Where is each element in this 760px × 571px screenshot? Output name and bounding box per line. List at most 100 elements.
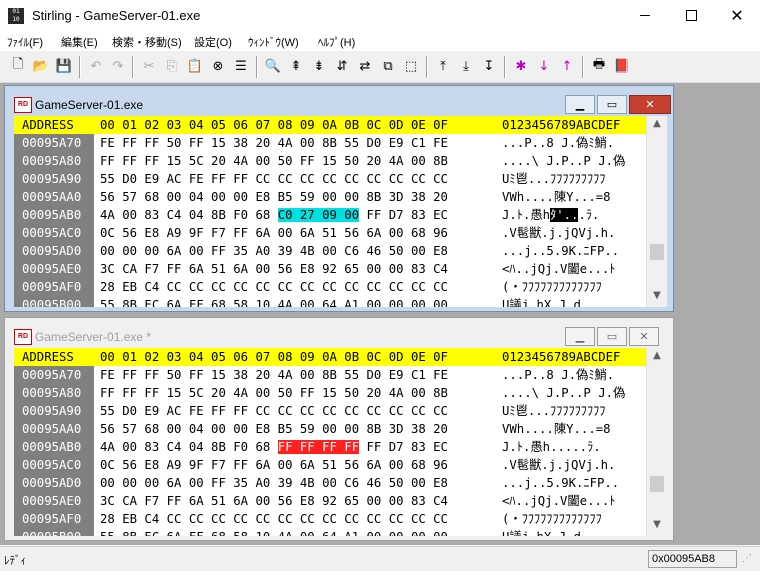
row-ascii[interactable]: ...j..5.9K.ﾆFP.. xyxy=(502,242,619,260)
selected-bytes[interactable]: C0 27 09 00 xyxy=(277,208,360,222)
scroll-up-icon[interactable]: ▲ xyxy=(647,118,667,134)
cut-icon[interactable]: ✂ xyxy=(139,56,159,76)
row-ascii[interactable]: J.ﾄ.愚h.....ﾗ. xyxy=(502,438,601,456)
row-hex[interactable]: FF FF FF 15 5C 20 4A 00 50 FF 15 50 20 4… xyxy=(100,384,448,402)
maximize-button[interactable] xyxy=(668,0,714,31)
row-ascii[interactable]: ....\ J.P..P J.偽 xyxy=(502,152,625,170)
redo-icon[interactable]: ↷ xyxy=(108,56,128,76)
row-ascii[interactable]: ...P..8 J.偽ﾐ鮹. xyxy=(502,134,614,152)
find-next-icon[interactable]: ⇟ xyxy=(309,56,329,76)
resize-grip-icon[interactable]: ⋰ xyxy=(742,553,756,567)
table-row[interactable]: 00095A70 FE FF FF 50 FF 15 38 20 4A 00 8B… xyxy=(14,366,646,384)
editor-window-original[interactable]: RD GameServer-01.exe ▁ ▭ ✕ ADDRESS 00 01… xyxy=(4,85,674,312)
row-ascii[interactable]: ....\ J.P..P J.偽 xyxy=(502,384,625,402)
row-ascii[interactable]: (・ﾌﾌﾌﾌﾌﾌﾌﾌﾌﾌﾌﾌﾌ xyxy=(502,278,602,296)
stirling-app-icon[interactable]: 01 10 xyxy=(8,8,24,24)
goto-address-icon[interactable]: ⤓ xyxy=(456,56,476,76)
replace-icon[interactable]: ⇄ xyxy=(355,56,375,76)
menu-search-move[interactable]: 検索・移動(S) xyxy=(112,34,182,50)
goto-start-icon[interactable]: ⬚ xyxy=(401,56,421,76)
table-row[interactable]: 00095AD0 00 00 00 6A 00 FF 35 A0 39 4B 00… xyxy=(14,242,646,260)
table-row[interactable]: 00095AA0 56 57 68 00 04 00 00 E8 B5 59 00… xyxy=(14,188,646,206)
delete-icon[interactable]: ⊗ xyxy=(208,56,228,76)
row-hex[interactable]: 4A 00 83 C4 04 8B F0 68 FF FF FF FF FF D… xyxy=(100,438,448,456)
paste-icon[interactable]: 📋 xyxy=(185,56,205,76)
table-row[interactable]: 00095A90 55 D0 E9 AC FE FF FF CC CC CC CC… xyxy=(14,402,646,420)
row-hex[interactable]: 55 8B EC 6A FF 68 58 10 4A 00 64 A1 00 0… xyxy=(100,296,448,307)
table-row[interactable]: 00095A80 FF FF FF 15 5C 20 4A 00 50 FF 15… xyxy=(14,384,646,402)
row-ascii[interactable]: (・ﾌﾌﾌﾌﾌﾌﾌﾌﾌﾌﾌﾌﾌ xyxy=(502,510,602,528)
goto-end-icon[interactable]: ⤒ xyxy=(433,56,453,76)
row-hex[interactable]: 55 8B EC 6A FF 68 58 10 4A 00 64 A1 00 0… xyxy=(100,528,448,536)
row-hex[interactable]: 0C 56 E8 A9 9F F7 FF 6A 00 6A 51 56 6A 0… xyxy=(100,224,448,242)
editor-window-modified[interactable]: RD GameServer-01.exe * ▁ ▭ ✕ ADDRESS 00 … xyxy=(4,317,674,541)
row-ascii[interactable]: Uﾐ鬯...ﾌﾌﾌﾌﾌﾌﾌﾌﾌ xyxy=(502,170,605,188)
copy-icon[interactable]: ⎘ xyxy=(162,56,182,76)
child-minimize-button[interactable]: ▁ xyxy=(565,95,595,114)
help-book-icon[interactable]: 📕 xyxy=(612,56,632,76)
row-hex[interactable]: 28 EB C4 CC CC CC CC CC CC CC CC CC CC C… xyxy=(100,278,448,296)
row-ascii[interactable]: ...j..5.9K.ﾆFP.. xyxy=(502,474,619,492)
ascii-modified[interactable]: ..... xyxy=(550,440,587,454)
table-row[interactable]: 00095AE0 3C CA F7 FF 6A 51 6A 00 56 E8 92… xyxy=(14,260,646,278)
title-bar[interactable]: 01 10 Stirling - GameServer-01.exe ✕ xyxy=(0,0,760,31)
table-row[interactable]: 00095AF0 28 EB C4 CC CC CC CC CC CC CC CC… xyxy=(14,510,646,528)
table-row[interactable]: 00095A90 55 D0 E9 AC FE FF FF CC CC CC CC… xyxy=(14,170,646,188)
row-ascii[interactable]: VWh....陳Y...=8 xyxy=(502,420,618,438)
row-hex[interactable]: 55 D0 E9 AC FE FF FF CC CC CC CC CC CC C… xyxy=(100,402,448,420)
scroll-down-icon[interactable]: ▼ xyxy=(647,290,667,306)
fill-icon[interactable]: ☰ xyxy=(231,56,251,76)
row-ascii[interactable]: .V髢獣.j.jQVj.h. xyxy=(502,224,615,242)
table-row[interactable]: 00095A70 FE FF FF 50 FF 15 38 20 4A 00 8B… xyxy=(14,134,646,152)
row-hex[interactable]: FE FF FF 50 FF 15 38 20 4A 00 8B 55 D0 E… xyxy=(100,134,448,152)
table-row[interactable]: 00095B00 55 8B EC 6A FF 68 58 10 4A 00 64… xyxy=(14,296,646,307)
child-close-button[interactable]: ✕ xyxy=(629,327,659,346)
child-restore-button[interactable]: ▭ xyxy=(597,327,627,346)
row-hex[interactable]: 3C CA F7 FF 6A 51 6A 00 56 E8 92 65 00 0… xyxy=(100,492,448,510)
menu-file[interactable]: ﾌｧｲﾙ(F) xyxy=(7,34,43,50)
vertical-scrollbar[interactable]: ▲ ▼ xyxy=(646,116,667,307)
row-ascii[interactable]: <ﾊ..jQj.V闔e...ﾄ xyxy=(502,260,615,278)
table-row[interactable]: 00095AE0 3C CA F7 FF 6A 51 6A 00 56 E8 92… xyxy=(14,492,646,510)
print-icon[interactable]: 🖶 xyxy=(589,56,609,76)
row-hex[interactable]: 00 00 00 6A 00 FF 35 A0 39 4B 00 C6 46 5… xyxy=(100,474,448,492)
table-row[interactable]: 00095AF0 28 EB C4 CC CC CC CC CC CC CC CC… xyxy=(14,278,646,296)
row-hex[interactable]: 28 EB C4 CC CC CC CC CC CC CC CC CC CC C… xyxy=(100,510,448,528)
hex-editor-view[interactable]: ADDRESS 00 01 02 03 04 05 06 07 08 09 0A… xyxy=(14,116,646,307)
row-hex[interactable]: FE FF FF 50 FF 15 38 20 4A 00 8B 55 D0 E… xyxy=(100,366,448,384)
row-hex[interactable]: 56 57 68 00 04 00 00 E8 B5 59 00 00 8B 3… xyxy=(100,420,448,438)
row-hex[interactable]: FF FF FF 15 5C 20 4A 00 50 FF 15 50 20 4… xyxy=(100,152,448,170)
scroll-down-icon[interactable]: ▼ xyxy=(647,519,667,535)
menu-window[interactable]: ｳｨﾝﾄﾞｳ(W) xyxy=(248,34,299,50)
table-row-selected[interactable]: 00095AB0 4A 00 83 C4 04 8B F0 68 C0 27 09… xyxy=(14,206,646,224)
undo-icon[interactable]: ↶ xyxy=(86,56,106,76)
row-ascii[interactable]: Uﾐ鬯...ﾌﾌﾌﾌﾌﾌﾌﾌﾌ xyxy=(502,402,605,420)
find-icon[interactable]: 🔍 xyxy=(263,56,283,76)
row-ascii[interactable]: VWh....陳Y...=8 xyxy=(502,188,618,206)
mark-icon[interactable]: ✱ xyxy=(511,56,531,76)
row-ascii[interactable]: <ﾊ..jQj.V闔e...ﾄ xyxy=(502,492,615,510)
child-restore-button[interactable]: ▭ xyxy=(597,95,627,114)
row-ascii[interactable]: U議j.hX.J.d..... xyxy=(502,528,618,536)
modified-bytes[interactable]: FF FF FF FF xyxy=(277,440,360,454)
scroll-thumb[interactable] xyxy=(650,476,664,492)
row-hex[interactable]: 00 00 00 6A 00 FF 35 A0 39 4B 00 C6 46 5… xyxy=(100,242,448,260)
table-row[interactable]: 00095AC0 0C 56 E8 A9 9F F7 FF 6A 00 6A 51… xyxy=(14,456,646,474)
table-row-modified[interactable]: 00095AB0 4A 00 83 C4 04 8B F0 68 FF FF FF… xyxy=(14,438,646,456)
close-button[interactable]: ✕ xyxy=(714,0,760,31)
table-row[interactable]: 00095A80 FF FF FF 15 5C 20 4A 00 50 FF 15… xyxy=(14,152,646,170)
scroll-thumb[interactable] xyxy=(650,244,664,260)
child-title-bar[interactable]: RD GameServer-01.exe ▁ ▭ ✕ xyxy=(5,86,673,116)
find-up-icon[interactable]: ⇞ xyxy=(286,56,306,76)
hex-editor-view[interactable]: ADDRESS 00 01 02 03 04 05 06 07 08 09 0A… xyxy=(14,348,646,536)
child-title-bar[interactable]: RD GameServer-01.exe * ▁ ▭ ✕ xyxy=(5,318,673,348)
row-ascii[interactable]: .V髢獣.j.jQVj.h. xyxy=(502,456,615,474)
mark-prev-icon[interactable]: ↑ xyxy=(557,56,577,76)
row-hex[interactable]: 0C 56 E8 A9 9F F7 FF 6A 00 6A 51 56 6A 0… xyxy=(100,456,448,474)
row-ascii[interactable]: U議j.hX.J.d..... xyxy=(502,296,618,307)
menu-help[interactable]: ﾍﾙﾌﾟ(H) xyxy=(318,34,355,50)
new-file-icon[interactable]: 🗋 xyxy=(8,56,28,76)
goto-line-icon[interactable]: ↧ xyxy=(479,56,499,76)
menu-edit[interactable]: 編集(E) xyxy=(61,34,98,50)
menu-settings[interactable]: 設定(O) xyxy=(194,34,232,50)
